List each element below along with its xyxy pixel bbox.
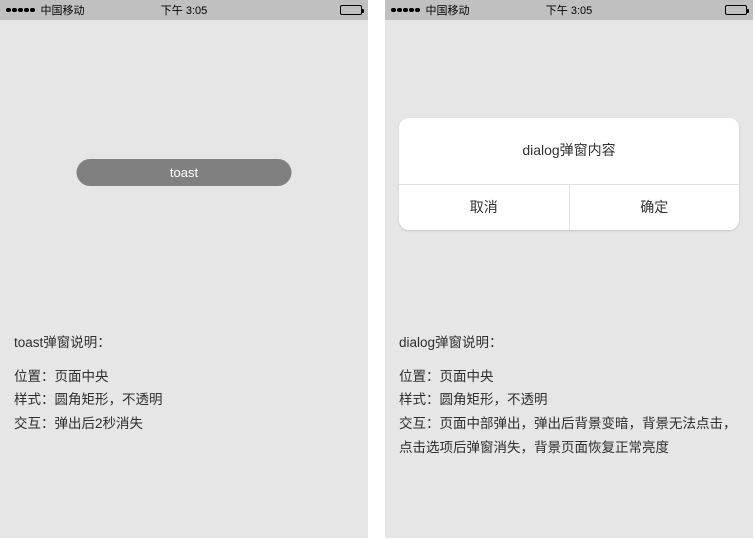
desc-style: 样式：圆角矩形，不透明 [399, 388, 739, 412]
toast-description: toast弹窗说明： 位置：页面中央 样式：圆角矩形，不透明 交互：弹出后2秒消… [14, 331, 354, 436]
status-bar: 中国移动 下午 3:05 [385, 0, 753, 20]
carrier-label: 中国移动 [41, 2, 85, 18]
dialog: dialog弹窗内容 取消 确定 [399, 118, 739, 230]
cancel-button[interactable]: 取消 [399, 185, 569, 230]
toast-label: toast [170, 165, 198, 180]
battery-icon [725, 5, 747, 15]
desc-style: 样式：圆角矩形，不透明 [14, 388, 354, 412]
desc-position: 位置：页面中央 [14, 365, 354, 389]
desc-interaction: 交互：页面中部弹出，弹出后背景变暗，背景无法点击，点击选项后弹窗消失，背景页面恢… [399, 412, 739, 459]
desc-title: toast弹窗说明： [14, 331, 354, 355]
battery-icon [340, 5, 362, 15]
status-left: 中国移动 [6, 2, 85, 18]
status-bar: 中国移动 下午 3:05 [0, 0, 368, 20]
desc-position: 位置：页面中央 [399, 365, 739, 389]
signal-icon [6, 8, 35, 13]
toast: toast [77, 159, 292, 186]
phone-body: dialog弹窗内容 取消 确定 dialog弹窗说明： 位置：页面中央 样式：… [385, 20, 753, 538]
dialog-content: dialog弹窗内容 [399, 118, 739, 184]
phone-mock-toast: 中国移动 下午 3:05 toast toast弹窗说明： 位置：页面中央 样式… [0, 0, 368, 538]
desc-title: dialog弹窗说明： [399, 331, 739, 355]
phone-mock-dialog: 中国移动 下午 3:05 dialog弹窗内容 取消 确定 dialog弹窗说明… [385, 0, 753, 538]
status-time: 下午 3:05 [546, 2, 592, 18]
desc-interaction: 交互：弹出后2秒消失 [14, 412, 354, 436]
dialog-actions: 取消 确定 [399, 184, 739, 230]
status-time: 下午 3:05 [161, 2, 207, 18]
status-right [725, 5, 747, 15]
phone-body: toast toast弹窗说明： 位置：页面中央 样式：圆角矩形，不透明 交互：… [0, 20, 368, 538]
confirm-button[interactable]: 确定 [569, 185, 740, 230]
dialog-description: dialog弹窗说明： 位置：页面中央 样式：圆角矩形，不透明 交互：页面中部弹… [399, 331, 739, 459]
signal-icon [391, 8, 420, 13]
status-left: 中国移动 [391, 2, 470, 18]
carrier-label: 中国移动 [426, 2, 470, 18]
status-right [340, 5, 362, 15]
